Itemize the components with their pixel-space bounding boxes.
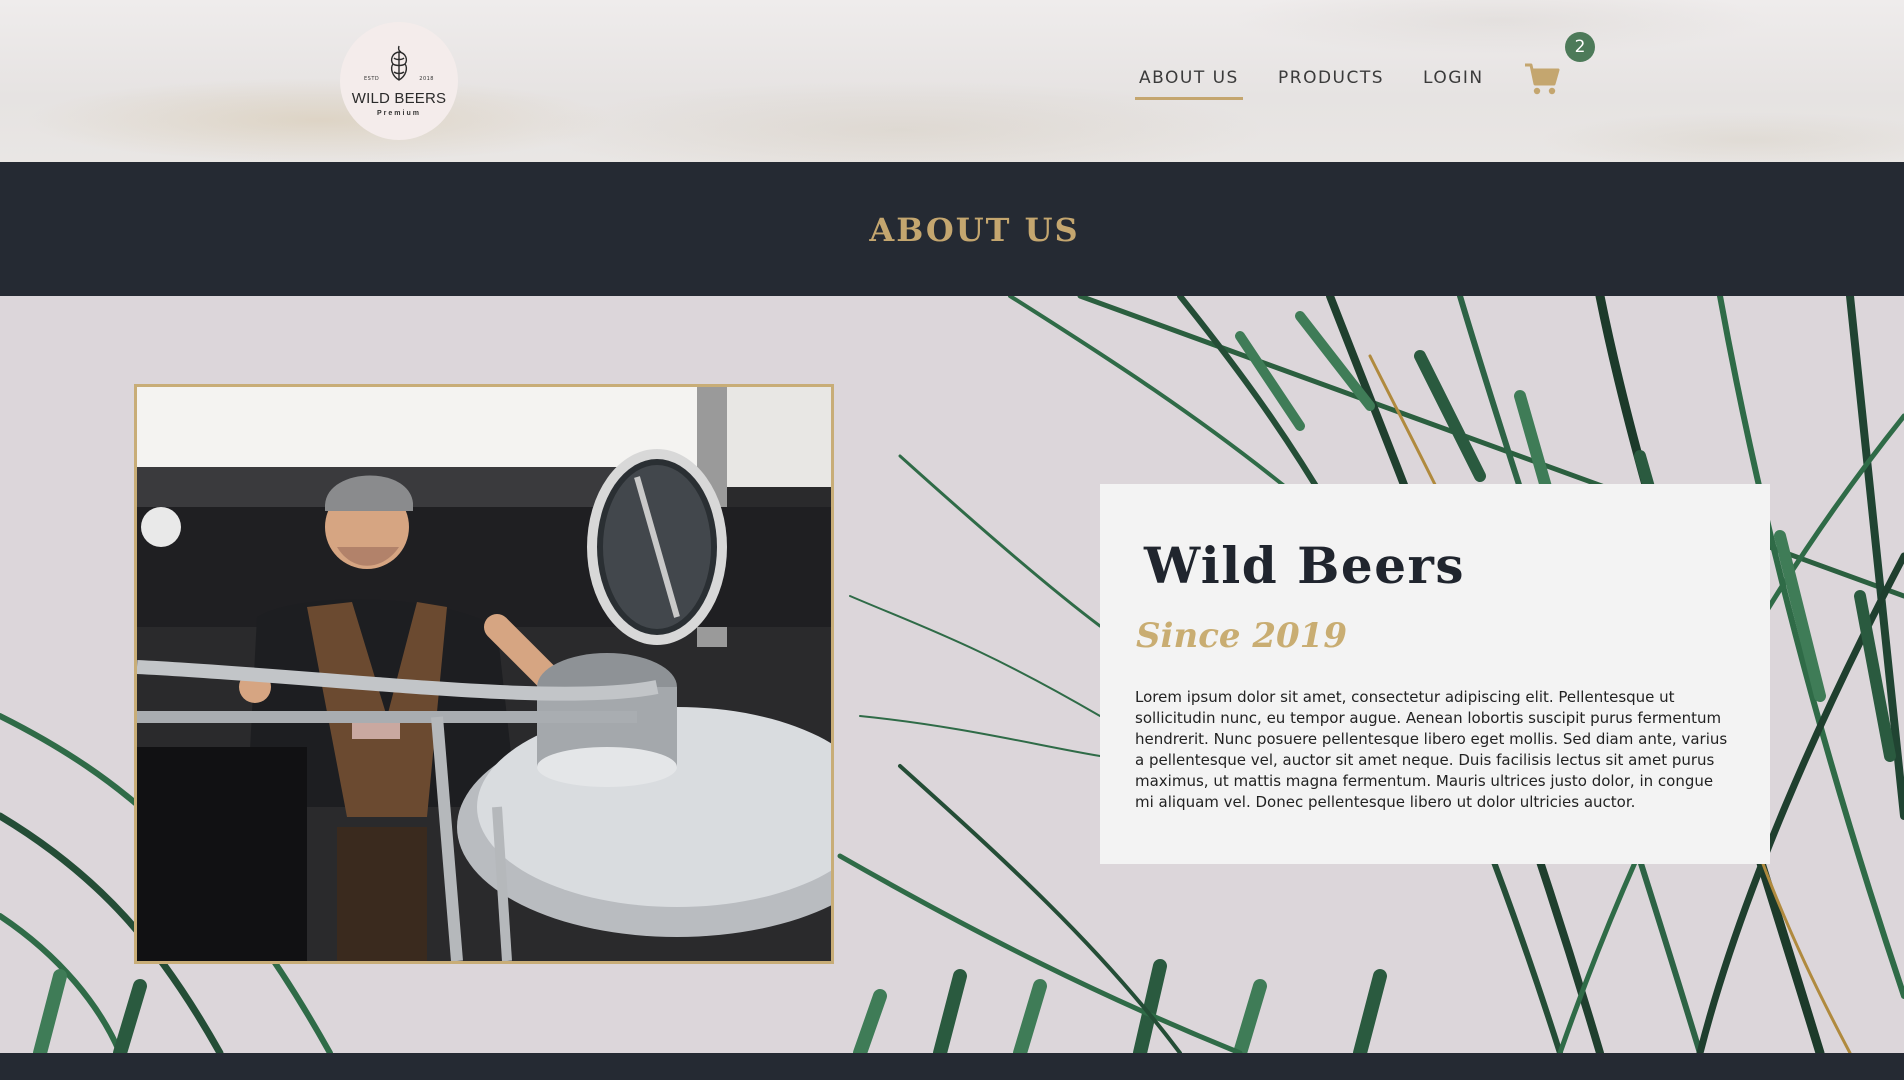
header-background-image [0,0,1904,162]
logo-established: ESTD 2018 [340,76,458,82]
logo-estd-year: 2018 [419,76,434,82]
wild-beers-logo[interactable]: ESTD 2018 WILD BEERS Premium [340,22,458,140]
site-header: ESTD 2018 WILD BEERS Premium ABOUT US PR… [0,0,1904,162]
page-title: ABOUT US [869,211,1080,249]
brewer-photo [134,384,834,964]
nav-products[interactable]: PRODUCTS [1278,68,1384,94]
logo-name: WILD BEERS [351,89,447,107]
nav-about-us[interactable]: ABOUT US [1135,68,1243,100]
footer-band [0,1053,1904,1080]
about-card-subtitle: Since 2019 [1136,616,1347,656]
cart-count-badge: 2 [1565,32,1595,62]
about-card: Wild Beers Since 2019 Lorem ipsum dolor … [1100,484,1770,864]
logo-estd-label: ESTD [364,76,380,82]
logo-subtitle: Premium [377,109,421,117]
about-card-body: Lorem ipsum dolor sit amet, consectetur … [1135,688,1728,811]
brewery-illustration [137,387,831,961]
nav-login[interactable]: LOGIN [1423,68,1484,94]
page-title-band: ABOUT US [0,162,1904,296]
about-card-title: Wild Beers [1144,536,1466,595]
shopping-cart-icon[interactable] [1524,62,1560,96]
